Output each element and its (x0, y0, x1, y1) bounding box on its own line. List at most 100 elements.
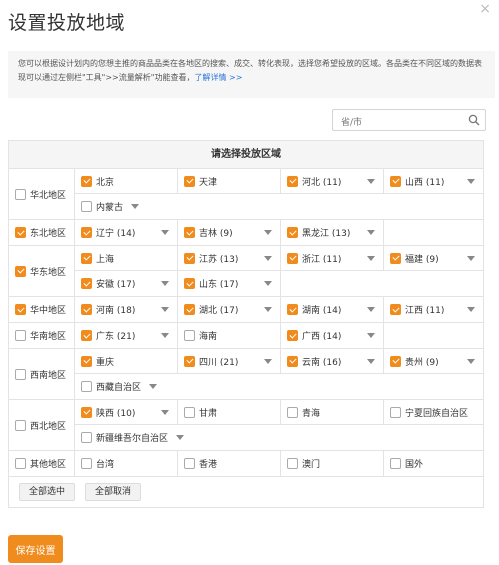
region-checkbox[interactable] (15, 265, 26, 277)
region-cell[interactable]: 华北地区 (9, 169, 75, 219)
province-item[interactable]: 湖北 (17) (178, 297, 281, 322)
region-cell[interactable]: 其他地区 (9, 451, 75, 476)
province-item[interactable]: 江苏 (13) (178, 246, 281, 270)
chevron-down-icon[interactable] (264, 281, 272, 286)
province-item[interactable]: 宁夏回族自治区 (384, 400, 483, 424)
chevron-down-icon[interactable] (467, 359, 475, 364)
learn-more-link[interactable]: 了解详情 >> (194, 73, 242, 82)
province-checkbox[interactable] (184, 330, 195, 341)
province-checkbox[interactable] (81, 252, 92, 264)
province-item[interactable]: 西藏自治区 (75, 374, 483, 399)
province-item[interactable]: 河南 (18) (75, 297, 178, 322)
chevron-down-icon[interactable] (467, 179, 475, 184)
province-checkbox[interactable] (81, 458, 92, 469)
province-checkbox[interactable] (287, 330, 298, 341)
province-checkbox[interactable] (390, 304, 401, 315)
province-checkbox[interactable] (184, 406, 195, 418)
province-item[interactable]: 香港 (178, 451, 281, 476)
region-cell[interactable]: 东北地区 (9, 220, 75, 245)
province-item[interactable]: 澳门 (281, 451, 384, 476)
region-checkbox[interactable] (15, 188, 26, 200)
province-checkbox[interactable] (390, 175, 401, 187)
chevron-down-icon[interactable] (367, 307, 375, 312)
region-cell[interactable]: 西南地区 (9, 349, 75, 399)
province-checkbox[interactable] (81, 201, 92, 212)
province-checkbox[interactable] (184, 355, 195, 367)
region-checkbox[interactable] (15, 330, 26, 341)
province-checkbox[interactable] (287, 406, 298, 418)
province-item[interactable]: 上海 (75, 246, 178, 270)
chevron-down-icon[interactable] (367, 333, 375, 338)
province-item[interactable]: 甘肃 (178, 400, 281, 424)
region-checkbox[interactable] (15, 368, 26, 380)
chevron-down-icon[interactable] (367, 359, 375, 364)
province-checkbox[interactable] (390, 406, 401, 418)
province-checkbox[interactable] (81, 227, 92, 238)
province-item[interactable]: 青海 (281, 400, 384, 424)
chevron-down-icon[interactable] (264, 307, 272, 312)
chevron-down-icon[interactable] (176, 435, 185, 440)
province-checkbox[interactable] (184, 227, 195, 238)
province-item[interactable]: 湖南 (14) (281, 297, 384, 322)
province-checkbox[interactable] (184, 304, 195, 315)
province-checkbox[interactable] (287, 175, 298, 187)
chevron-down-icon[interactable] (367, 256, 375, 261)
province-item[interactable]: 广西 (14) (281, 323, 384, 348)
province-checkbox[interactable] (81, 432, 92, 443)
province-item[interactable]: 黑龙江 (13) (281, 220, 384, 245)
chevron-down-icon[interactable] (367, 179, 375, 184)
chevron-down-icon[interactable] (467, 307, 475, 312)
province-checkbox[interactable] (287, 227, 298, 238)
province-checkbox[interactable] (287, 304, 298, 315)
region-checkbox[interactable] (15, 419, 26, 431)
close-icon[interactable]: × (479, 2, 491, 16)
province-checkbox[interactable] (390, 458, 401, 469)
province-checkbox[interactable] (81, 304, 92, 315)
province-checkbox[interactable] (81, 175, 92, 187)
province-checkbox[interactable] (81, 381, 92, 392)
province-item[interactable]: 河北 (11) (281, 169, 384, 193)
chevron-down-icon[interactable] (161, 307, 169, 312)
chevron-down-icon[interactable] (367, 230, 375, 235)
province-item[interactable]: 陕西 (10) (75, 400, 178, 424)
search-icon[interactable] (468, 114, 480, 126)
province-item[interactable]: 浙江 (11) (281, 246, 384, 270)
chevron-down-icon[interactable] (131, 204, 140, 209)
province-item[interactable]: 吉林 (9) (178, 220, 281, 245)
province-checkbox[interactable] (287, 252, 298, 264)
province-checkbox[interactable] (184, 278, 195, 289)
province-item[interactable]: 福建 (9) (384, 246, 483, 270)
province-checkbox[interactable] (184, 458, 195, 469)
province-checkbox[interactable] (287, 458, 298, 469)
province-item[interactable]: 国外 (384, 451, 483, 476)
region-cell[interactable]: 华中地区 (9, 297, 75, 322)
province-item[interactable]: 台湾 (75, 451, 178, 476)
chevron-down-icon[interactable] (264, 230, 272, 235)
chevron-down-icon[interactable] (161, 230, 169, 235)
province-item[interactable]: 内蒙古 (75, 194, 483, 219)
province-item[interactable]: 山西 (11) (384, 169, 483, 193)
province-item[interactable]: 天津 (178, 169, 281, 193)
province-item[interactable]: 山东 (17) (178, 271, 281, 296)
region-cell[interactable]: 华东地区 (9, 246, 75, 296)
province-checkbox[interactable] (390, 252, 401, 264)
chevron-down-icon[interactable] (149, 384, 158, 389)
province-checkbox[interactable] (184, 175, 195, 187)
province-item[interactable]: 重庆 (75, 349, 178, 373)
province-checkbox[interactable] (81, 406, 92, 418)
province-checkbox[interactable] (81, 278, 92, 289)
chevron-down-icon[interactable] (161, 281, 169, 286)
chevron-down-icon[interactable] (161, 333, 169, 338)
chevron-down-icon[interactable] (264, 359, 272, 364)
province-item[interactable]: 贵州 (9) (384, 349, 483, 373)
province-item[interactable]: 广东 (21) (75, 323, 178, 348)
search-input[interactable] (333, 113, 461, 133)
save-button[interactable]: 保存设置 (8, 535, 63, 563)
chevron-down-icon[interactable] (161, 410, 169, 415)
province-item[interactable]: 海南 (178, 323, 281, 348)
province-checkbox[interactable] (287, 355, 298, 367)
province-checkbox[interactable] (81, 330, 92, 341)
chevron-down-icon[interactable] (467, 256, 475, 261)
region-cell[interactable]: 华南地区 (9, 323, 75, 348)
province-item[interactable]: 安徽 (17) (75, 271, 178, 296)
